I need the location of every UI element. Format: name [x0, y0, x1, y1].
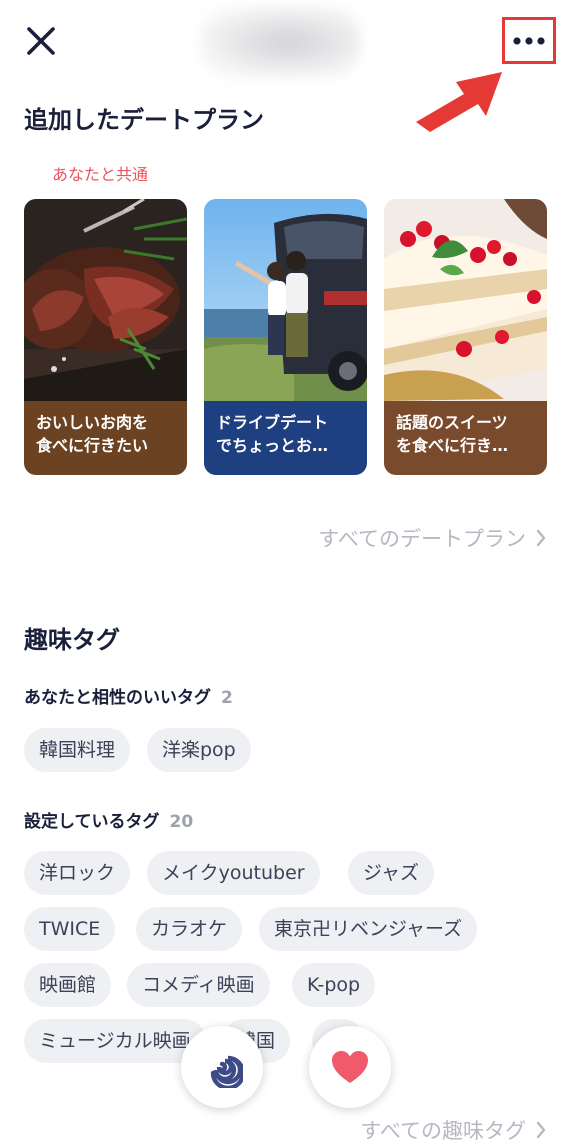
- blurred-username: [200, 6, 360, 78]
- spiral-icon: [210, 1055, 243, 1088]
- compatible-tags-label: あなたと相性のいいタグ: [24, 688, 211, 708]
- see-all-date-plans-label: すべてのデートプラン: [318, 527, 526, 551]
- common-label: あなたと共通: [52, 165, 149, 184]
- card-caption-line2: を食べに行き…: [396, 436, 509, 455]
- date-plans-title: 追加したデートプラン: [24, 106, 264, 134]
- close-icon: [27, 27, 55, 55]
- see-all-interest-tags-link[interactable]: すべての趣味タグ: [360, 1115, 546, 1145]
- tag-chip[interactable]: 韓国料理: [24, 728, 131, 772]
- tag-chip[interactable]: K-pop: [292, 963, 376, 1007]
- card-caption-line1: ドライブデート: [216, 413, 329, 432]
- skip-button[interactable]: [181, 1026, 263, 1108]
- close-button[interactable]: [22, 22, 62, 62]
- date-plan-card-2[interactable]: ドライブデート でちょっとお…: [204, 199, 367, 475]
- compatible-tags-heading: あなたと相性のいいタグ 2: [24, 683, 233, 708]
- like-button[interactable]: [309, 1026, 391, 1108]
- card-photo-steak: [24, 199, 187, 401]
- tag-chip[interactable]: 東京卍リベンジャーズ: [259, 907, 478, 951]
- card-photo-sweets: [384, 199, 547, 401]
- heart-icon: [332, 1051, 368, 1083]
- set-tags-heading: 設定しているタグ 20: [24, 807, 193, 832]
- tag-chip[interactable]: 洋ロック: [24, 851, 131, 895]
- set-tags-label: 設定しているタグ: [24, 812, 160, 832]
- interests-title: 趣味タグ: [24, 626, 120, 654]
- card-caption: ドライブデート でちょっとお…: [204, 401, 367, 475]
- card-caption-line2: 食べに行きたい: [36, 436, 149, 455]
- tag-chip[interactable]: ミュージカル映画: [24, 1019, 206, 1063]
- tag-chip[interactable]: メイクyoutuber: [147, 851, 320, 895]
- tag-chip[interactable]: 洋楽pop: [147, 728, 251, 772]
- tag-chip[interactable]: カラオケ: [136, 907, 243, 951]
- set-tags-count: 20: [169, 812, 194, 832]
- see-all-interest-tags-label: すべての趣味タグ: [360, 1119, 526, 1143]
- more-horizontal-icon: [513, 36, 545, 45]
- tag-chip[interactable]: コメディ映画: [127, 963, 270, 1007]
- card-caption-line2: でちょっとお…: [216, 436, 329, 455]
- card-photo-drive: [204, 199, 367, 401]
- card-caption-line1: おいしいお肉を: [36, 413, 149, 432]
- tag-chip[interactable]: TWICE: [24, 907, 116, 951]
- more-menu-button[interactable]: [502, 17, 556, 64]
- annotation-arrow-icon: [416, 72, 502, 132]
- card-caption: おいしいお肉を 食べに行きたい: [24, 401, 187, 475]
- tag-chip[interactable]: ジャズ: [348, 851, 435, 895]
- date-plan-card-1[interactable]: おいしいお肉を 食べに行きたい: [24, 199, 187, 475]
- chevron-right-icon: [536, 529, 546, 547]
- chevron-right-icon: [536, 1121, 546, 1139]
- tag-chip[interactable]: 映画館: [24, 963, 112, 1007]
- compatible-tags-count: 2: [221, 688, 233, 708]
- profile-screen: 追加したデートプラン あなたと共通 おいしいお肉を 食べに行きたい ドライブデー…: [0, 0, 570, 1147]
- date-plan-card-3[interactable]: 話題のスイーツ を食べに行き…: [384, 199, 547, 475]
- see-all-date-plans-link[interactable]: すべてのデートプラン: [318, 523, 546, 553]
- card-caption: 話題のスイーツ を食べに行き…: [384, 401, 547, 475]
- card-caption-line1: 話題のスイーツ: [396, 413, 508, 432]
